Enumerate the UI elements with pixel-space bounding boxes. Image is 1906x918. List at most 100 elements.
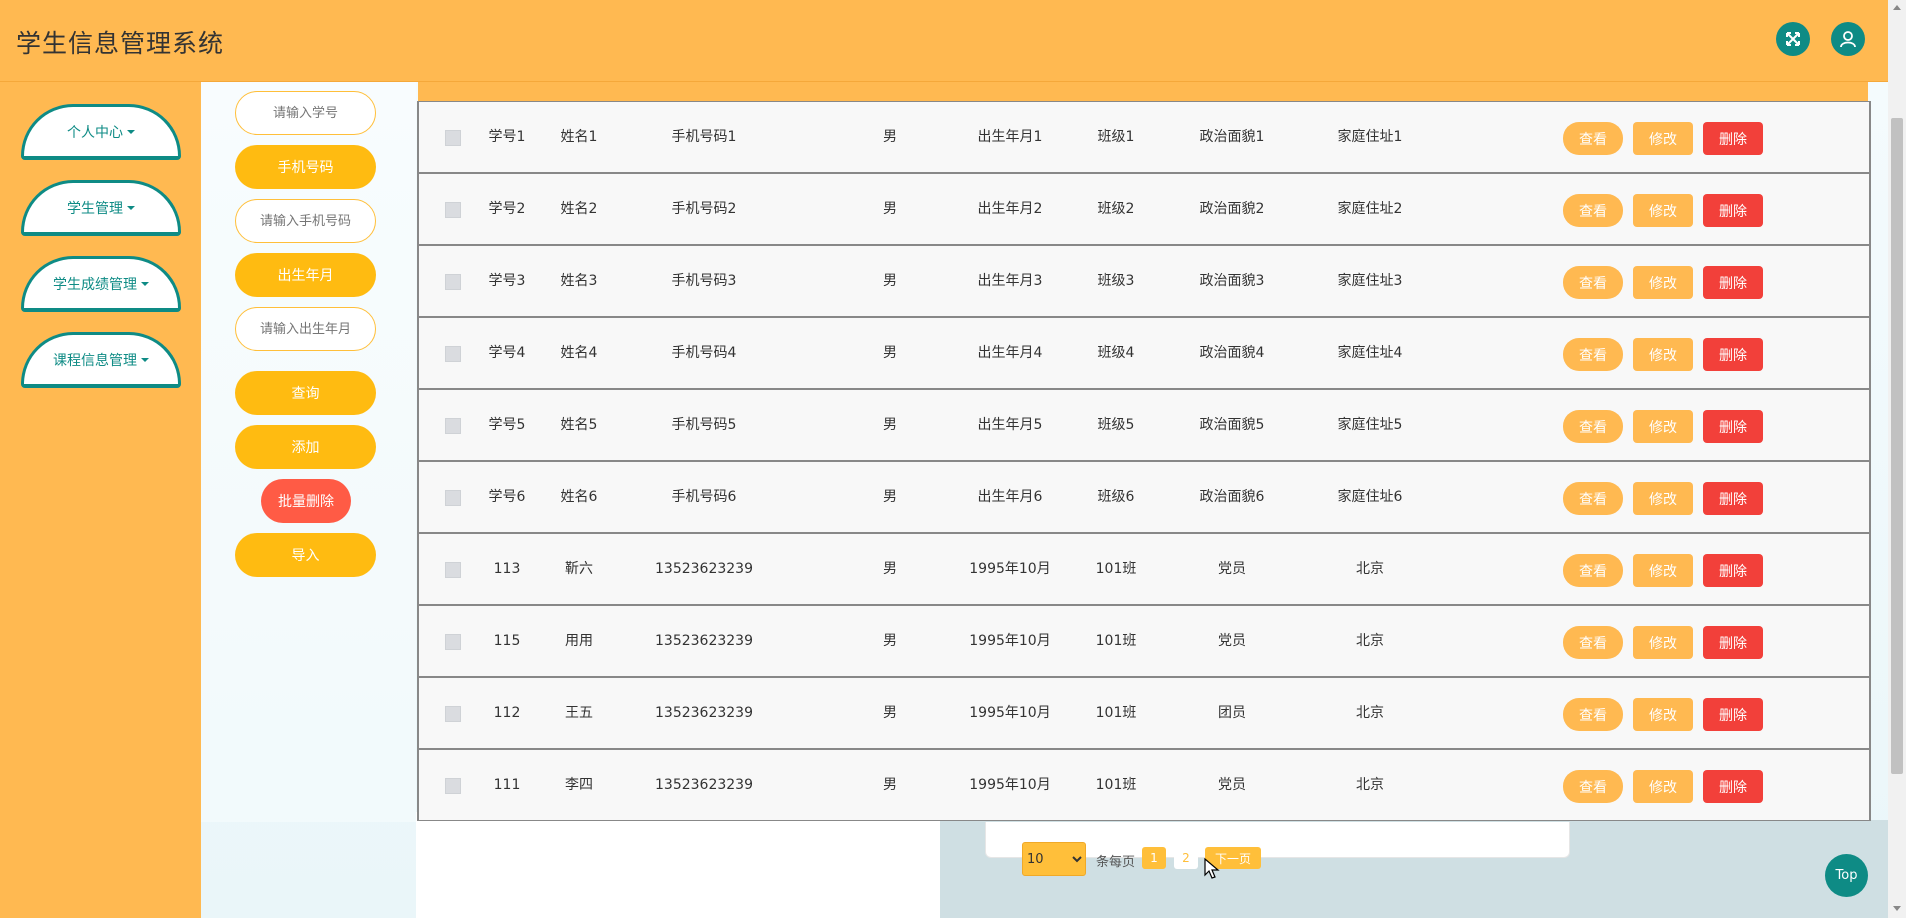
sidebar-item-course-management[interactable]: 课程信息管理 [21,332,181,388]
cell-gender: 男 [883,417,897,433]
row-checkbox[interactable] [445,778,461,794]
edit-button[interactable]: 修改 [1633,554,1693,587]
row-checkbox[interactable] [445,202,461,218]
caret-down-icon [127,129,135,134]
sidebar-item-label: 学生成绩管理 [53,276,137,293]
edit-button[interactable]: 修改 [1633,122,1693,155]
cell-phone: 手机号码2 [671,201,737,217]
view-button[interactable]: 查看 [1563,338,1623,371]
view-button[interactable]: 查看 [1563,698,1623,731]
delete-button[interactable]: 删除 [1703,266,1763,299]
row-checkbox[interactable] [445,130,461,146]
table-row: 112 王五 13523623239 男 1995年10月 101班 团员 北京 查看 修改 删除 [417,677,1871,749]
row-checkbox[interactable] [445,490,461,506]
delete-button[interactable]: 删除 [1703,626,1763,659]
cell-politics: 政治面貌5 [1199,417,1265,433]
cell-politics: 政治面貌3 [1199,273,1265,289]
delete-button[interactable]: 删除 [1703,770,1763,803]
table-row: 学号5 姓名5 手机号码5 男 出生年月5 班级5 政治面貌5 家庭住址5 查看 修改 删除 [417,389,1871,461]
cell-class: 班级4 [1097,345,1135,361]
view-button[interactable]: 查看 [1563,194,1623,227]
cell-xuehao: 学号1 [488,129,526,145]
batch-delete-button[interactable]: 批量删除 [261,479,351,523]
view-button[interactable]: 查看 [1563,266,1623,299]
cell-birth: 1995年10月 [969,777,1051,793]
add-button[interactable]: 添加 [235,425,376,469]
edit-button[interactable]: 修改 [1633,194,1693,227]
cell-xuehao: 学号6 [488,489,526,505]
view-button[interactable]: 查看 [1563,770,1623,803]
view-button[interactable]: 查看 [1563,410,1623,443]
cell-address: 北京 [1356,561,1384,577]
row-checkbox[interactable] [445,706,461,722]
cell-birth: 1995年10月 [969,561,1051,577]
cell-birth: 1995年10月 [969,705,1051,721]
cell-class: 班级2 [1097,201,1135,217]
delete-button[interactable]: 删除 [1703,410,1763,443]
phone-search-input[interactable] [235,199,376,243]
sidebar-item-score-management[interactable]: 学生成绩管理 [21,256,181,312]
query-button[interactable]: 查询 [235,371,376,415]
sidebar-item-label: 课程信息管理 [53,352,137,369]
edit-button[interactable]: 修改 [1633,482,1693,515]
back-to-top-button[interactable]: Top [1825,854,1868,897]
cell-gender: 男 [883,273,897,289]
cell-name: 姓名6 [560,489,598,505]
delete-button[interactable]: 删除 [1703,194,1763,227]
delete-button[interactable]: 删除 [1703,554,1763,587]
delete-button[interactable]: 删除 [1703,698,1763,731]
row-checkbox[interactable] [445,346,461,362]
cell-name: 李四 [565,777,593,793]
cell-class: 班级5 [1097,417,1135,433]
row-checkbox[interactable] [445,274,461,290]
cell-phone: 手机号码4 [671,345,737,361]
edit-button[interactable]: 修改 [1633,770,1693,803]
view-button[interactable]: 查看 [1563,482,1623,515]
birth-search-input[interactable] [235,307,376,351]
page-size-select[interactable]: 10 [1022,842,1086,876]
cell-phone: 手机号码6 [671,489,737,505]
cell-xuehao: 学号4 [488,345,526,361]
phone-label: 手机号码 [235,145,376,189]
delete-button[interactable]: 删除 [1703,338,1763,371]
user-menu-button[interactable] [1831,22,1865,56]
cell-politics: 团员 [1218,705,1246,721]
delete-button[interactable]: 删除 [1703,122,1763,155]
cell-politics: 党员 [1218,777,1246,793]
edit-button[interactable]: 修改 [1633,266,1693,299]
fullscreen-button[interactable] [1776,22,1810,56]
table-row: 115 用用 13523623239 男 1995年10月 101班 党员 北京 查看 修改 删除 [417,605,1871,677]
scroll-up-arrow-icon[interactable] [1893,5,1901,10]
row-checkbox[interactable] [445,634,461,650]
edit-button[interactable]: 修改 [1633,338,1693,371]
page-button-2[interactable]: 2 [1174,847,1198,869]
cell-politics: 政治面貌2 [1199,201,1265,217]
cell-class: 101班 [1095,777,1137,793]
edit-button[interactable]: 修改 [1633,698,1693,731]
cell-phone: 手机号码1 [671,129,737,145]
cell-class: 班级6 [1097,489,1135,505]
sidebar-item-student-management[interactable]: 学生管理 [21,180,181,236]
view-button[interactable]: 查看 [1563,626,1623,659]
table-top-bar [418,82,1868,101]
xuehao-search-input[interactable] [235,91,376,135]
row-checkbox[interactable] [445,418,461,434]
cell-xuehao: 学号3 [488,273,526,289]
cell-phone: 13523623239 [655,561,753,577]
view-button[interactable]: 查看 [1563,554,1623,587]
edit-button[interactable]: 修改 [1633,626,1693,659]
row-checkbox[interactable] [445,562,461,578]
cell-birth: 出生年月2 [977,201,1043,217]
top-header: 学生信息管理系统 [0,0,1888,82]
view-button[interactable]: 查看 [1563,122,1623,155]
cell-gender: 男 [883,777,897,793]
sidebar-item-personal-center[interactable]: 个人中心 [21,104,181,160]
fullscreen-icon [1786,32,1800,46]
page-button-1[interactable]: 1 [1142,847,1166,869]
import-button[interactable]: 导入 [235,533,376,577]
edit-button[interactable]: 修改 [1633,410,1693,443]
scrollbar-thumb[interactable] [1891,118,1903,774]
delete-button[interactable]: 删除 [1703,482,1763,515]
cell-xuehao: 112 [493,705,521,721]
scroll-down-arrow-icon[interactable] [1893,906,1901,911]
